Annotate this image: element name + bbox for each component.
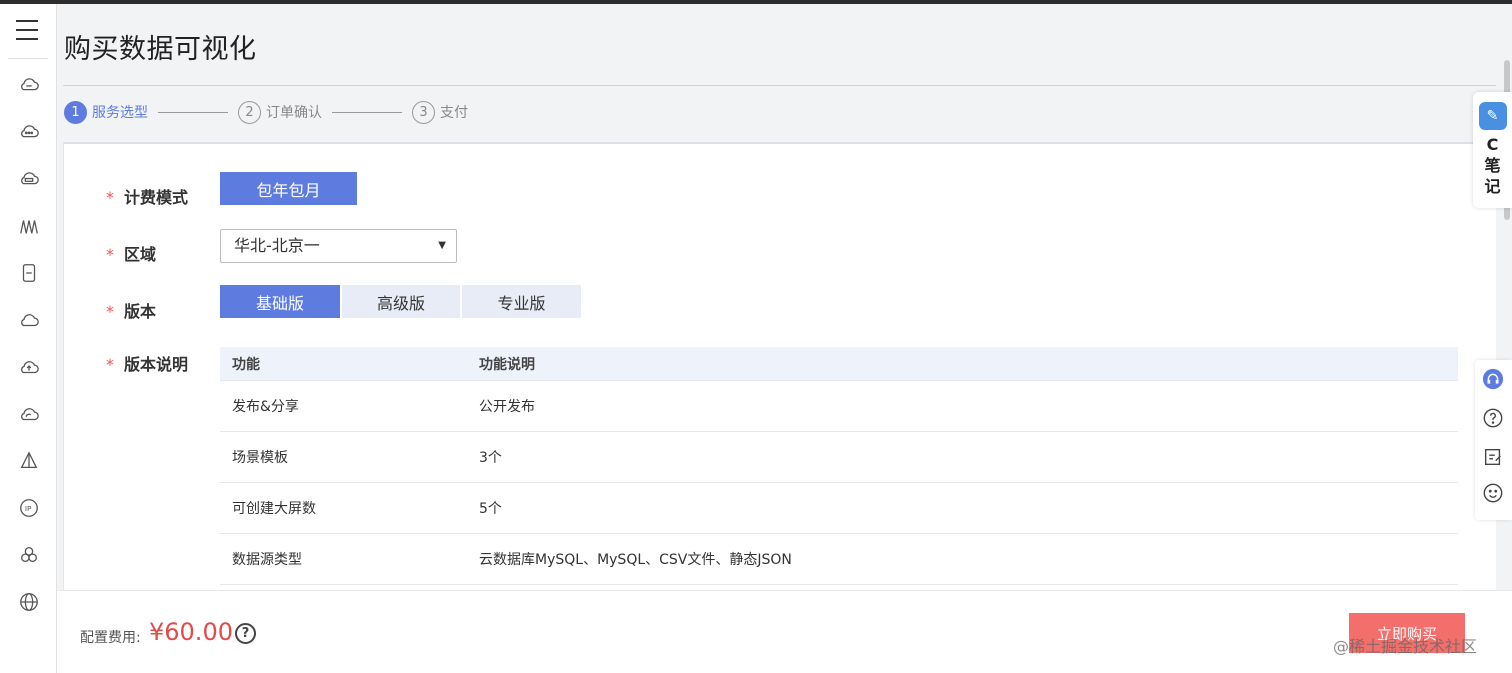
region-label: * 区域	[106, 241, 156, 265]
note-widget-label: C笔记	[1484, 134, 1502, 197]
globe-icon[interactable]	[18, 591, 40, 613]
table-cell: 发布&分享	[232, 399, 299, 415]
required-mark: *	[106, 355, 114, 374]
table-cell: 数据源类型	[232, 552, 302, 568]
help-toolbar	[1475, 360, 1512, 520]
billing-yearly-monthly-button[interactable]: 包年包月	[220, 172, 357, 205]
watermark: @稀土掘金技术社区	[1333, 637, 1478, 656]
sidebar-divider	[8, 58, 48, 59]
table-row: 可创建大屏数 5个	[220, 483, 1458, 534]
step-1: 1 服务选型	[64, 100, 148, 124]
table-row: 数据源类型 云数据库MySQL、MySQL、CSV文件、静态JSON	[220, 534, 1458, 585]
step-number: 2	[238, 100, 261, 124]
menu-icon[interactable]	[16, 20, 38, 40]
fee-price: ¥60.00	[149, 618, 233, 646]
dropdown-arrow-icon: ▼	[438, 240, 446, 251]
region-value: 华北-北京一	[234, 236, 320, 255]
page-title: 购买数据可视化	[64, 34, 257, 65]
left-sidebar: IP	[0, 4, 57, 673]
version-description-label: * 版本说明	[106, 351, 188, 375]
title-divider	[63, 85, 1496, 86]
cloud-server-icon[interactable]	[18, 74, 40, 96]
table-cell: 云数据库MySQL、MySQL、CSV文件、静态JSON	[479, 552, 792, 568]
c-notes-widget[interactable]: ✎ C笔记	[1473, 92, 1512, 208]
header-feature: 功能	[232, 356, 260, 373]
version-text: 版本	[124, 302, 157, 321]
table-row: 场景模板 3个	[220, 432, 1458, 483]
note-logo-icon: ✎	[1478, 102, 1507, 130]
region-select[interactable]: 华北-北京一 ▼	[220, 229, 457, 263]
top-border	[0, 0, 1512, 4]
smile-icon[interactable]	[1482, 482, 1504, 504]
table-cell: 3个	[479, 450, 502, 466]
svg-text:IP: IP	[25, 504, 32, 513]
version-basic-button[interactable]: 基础版	[220, 285, 340, 318]
version-description-text: 版本说明	[124, 355, 189, 374]
question-icon[interactable]	[1482, 407, 1504, 429]
table-cell: 公开发布	[479, 399, 535, 415]
table-cell: 5个	[479, 501, 502, 517]
cloud-upload-icon[interactable]	[18, 356, 40, 378]
region-text: 区域	[124, 245, 157, 264]
step-number: 1	[64, 100, 87, 124]
required-mark: *	[106, 245, 114, 264]
step-connector	[158, 111, 228, 113]
price-footer: 配置费用: ¥60.00 ? 立即购买	[57, 590, 1512, 673]
step-connector	[332, 111, 402, 113]
version-advanced-button[interactable]: 高级版	[342, 285, 460, 318]
feature-table: 功能 功能说明 发布&分享 公开发布 场景模板 3个 可创建大屏数 5个 数据源…	[220, 347, 1458, 585]
table-header: 功能 功能说明	[220, 347, 1458, 381]
step-number: 3	[412, 100, 435, 124]
pyramid-icon[interactable]	[18, 450, 40, 472]
table-cell: 场景模板	[232, 450, 288, 466]
cloud-dots-icon[interactable]	[18, 121, 40, 143]
customer-service-icon[interactable]	[1482, 368, 1504, 390]
version-pro-button[interactable]: 专业版	[462, 285, 581, 318]
step-label: 服务选型	[92, 105, 148, 121]
waves-icon[interactable]	[18, 215, 40, 237]
fee-label: 配置费用:	[80, 630, 141, 646]
step-2: 2 订单确认	[238, 100, 322, 124]
header-description: 功能说明	[479, 356, 535, 373]
step-3: 3 支付	[412, 100, 468, 124]
cloud-storage-icon[interactable]	[18, 168, 40, 190]
version-label: * 版本	[106, 298, 156, 322]
note-text: C笔记	[1484, 135, 1501, 196]
required-mark: *	[106, 302, 114, 321]
feedback-edit-icon[interactable]	[1482, 446, 1504, 468]
cluster-icon[interactable]	[18, 544, 40, 566]
table-row: 发布&分享 公开发布	[220, 381, 1458, 432]
step-label: 订单确认	[266, 105, 322, 121]
step-indicator: 1 服务选型 2 订单确认 3 支付	[64, 100, 468, 124]
help-icon[interactable]: ?	[235, 623, 256, 644]
step-label: 支付	[440, 105, 468, 121]
table-cell: 可创建大屏数	[232, 501, 316, 517]
order-form-panel: * 计费模式 包年包月 * 区域 华北-北京一 ▼ * 版本 基础版 高级版 专业版 …	[63, 142, 1496, 590]
cloud-sync-icon[interactable]	[18, 403, 40, 425]
ip-icon[interactable]: IP	[18, 497, 40, 519]
billing-mode-text: 计费模式	[124, 188, 189, 207]
cloud-icon[interactable]	[18, 309, 40, 331]
phone-icon[interactable]	[18, 262, 40, 284]
billing-mode-label: * 计费模式	[106, 184, 188, 208]
required-mark: *	[106, 188, 114, 207]
